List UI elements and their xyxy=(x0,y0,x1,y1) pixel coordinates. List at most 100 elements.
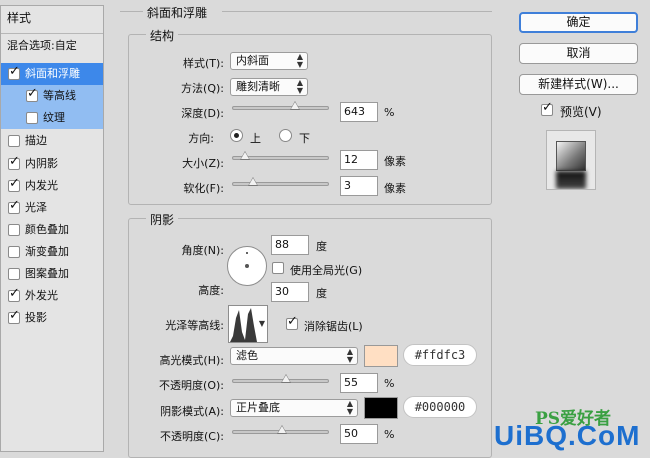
shadow-mode-select[interactable]: 正片叠底 ▲ ▼ xyxy=(230,399,358,417)
style-item[interactable]: ✓ 等高线 xyxy=(1,85,103,107)
technique-select-value: 雕刻清晰 xyxy=(236,80,280,93)
style-item-label: 光泽 xyxy=(25,201,47,214)
style-item[interactable]: ✓ 斜面和浮雕 xyxy=(1,63,103,85)
highlight-opacity-label: 不透明度(O): xyxy=(159,379,224,392)
depth-unit: % xyxy=(384,106,395,119)
depth-slider[interactable] xyxy=(232,101,329,110)
highlight-mode-select[interactable]: 滤色 ▲ ▼ xyxy=(230,347,358,365)
ok-button[interactable]: 确定 xyxy=(519,12,638,33)
styles-header: 样式 xyxy=(1,7,103,29)
angle-unit: 度 xyxy=(316,240,327,253)
style-item[interactable]: 纹理 xyxy=(1,107,103,129)
divider xyxy=(1,33,103,34)
style-item-checkbox[interactable] xyxy=(8,135,20,147)
chevron-down-icon: ▼ xyxy=(258,319,265,328)
shadow-opacity-input[interactable]: 50 xyxy=(340,424,378,444)
checkmark-icon: ✓ xyxy=(27,86,38,101)
style-item[interactable]: ✓ 投影 xyxy=(1,307,103,329)
size-slider-handle[interactable] xyxy=(239,151,250,160)
soften-label: 软化(F): xyxy=(183,182,224,195)
style-item-label: 图案叠加 xyxy=(25,267,69,280)
preview-label: 预览(V) xyxy=(560,105,602,119)
style-item[interactable]: ✓ 光泽 xyxy=(1,197,103,219)
style-item-checkbox[interactable]: ✓ xyxy=(26,86,38,102)
checkmark-icon: ✓ xyxy=(9,154,20,169)
shadow-mode-value: 正片叠底 xyxy=(236,401,280,414)
angle-input[interactable]: 88 xyxy=(271,235,309,255)
shadow-mode-label: 阴影模式(A): xyxy=(160,405,224,418)
chevron-updown-icon: ▲ ▼ xyxy=(296,52,303,69)
style-select[interactable]: 内斜面 ▲ ▼ xyxy=(230,52,308,70)
style-item-label: 纹理 xyxy=(43,111,65,124)
angle-dial[interactable] xyxy=(227,246,267,286)
technique-select[interactable]: 雕刻清晰 ▲ ▼ xyxy=(230,78,308,96)
blend-options-label: 混合选项:自定 xyxy=(7,39,77,52)
style-item[interactable]: ✓ 内发光 xyxy=(1,175,103,197)
anti-aliased-checkbox[interactable]: ✓ xyxy=(286,315,298,330)
shadow-opacity-slider-handle[interactable] xyxy=(276,425,287,434)
shading-title: 阴影 xyxy=(146,211,179,228)
style-item-checkbox[interactable]: ✓ xyxy=(8,309,20,324)
style-item-label: 渐变叠加 xyxy=(25,245,69,258)
blend-options-item[interactable]: 混合选项:自定 xyxy=(1,35,103,57)
checkmark-icon: ✓ xyxy=(9,176,20,191)
highlight-color-swatch[interactable] xyxy=(364,345,398,367)
highlight-opacity-input[interactable]: 55 xyxy=(340,373,378,393)
style-item-checkbox[interactable]: ✓ xyxy=(8,65,20,80)
preview-thumbnail xyxy=(546,130,596,190)
shadow-opacity-slider[interactable] xyxy=(232,425,329,434)
style-item-checkbox[interactable]: ✓ xyxy=(8,176,20,192)
direction-up-radio[interactable] xyxy=(230,129,243,142)
shadow-color-swatch[interactable] xyxy=(364,397,398,419)
depth-slider-handle[interactable] xyxy=(290,101,301,110)
depth-input[interactable]: 643 xyxy=(340,102,378,122)
altitude-input[interactable]: 30 xyxy=(271,282,309,302)
styles-header-label: 样式 xyxy=(7,11,32,25)
style-item-label: 投影 xyxy=(25,311,47,324)
style-item[interactable]: 渐变叠加 xyxy=(1,241,103,263)
watermark-en: UiBQ.CoM xyxy=(494,420,641,451)
soften-input[interactable]: 3 xyxy=(340,176,378,196)
style-item-checkbox[interactable] xyxy=(8,246,20,258)
style-item-label: 内发光 xyxy=(25,179,58,192)
soften-slider-handle[interactable] xyxy=(248,177,259,186)
size-input[interactable]: 12 xyxy=(340,150,378,170)
altitude-label: 高度: xyxy=(198,284,224,297)
global-light-checkbox[interactable] xyxy=(272,262,284,274)
section-title: 斜面和浮雕 xyxy=(143,4,212,21)
style-item[interactable]: 图案叠加 xyxy=(1,263,103,285)
gloss-contour-picker[interactable]: ▼ xyxy=(228,305,268,343)
direction-down-radio[interactable] xyxy=(279,129,292,142)
cancel-button[interactable]: 取消 xyxy=(519,43,638,64)
style-item[interactable]: 颜色叠加 xyxy=(1,219,103,241)
new-style-button[interactable]: 新建样式(W)... xyxy=(519,74,638,95)
shadow-opacity-label: 不透明度(C): xyxy=(160,430,224,443)
style-item[interactable]: ✓ 内阴影 xyxy=(1,153,103,175)
direction-down-label: 下 xyxy=(299,132,310,145)
structure-title: 结构 xyxy=(146,27,179,44)
style-item-label: 等高线 xyxy=(43,89,76,102)
size-slider[interactable] xyxy=(232,151,329,160)
style-item-label: 内阴影 xyxy=(25,157,58,170)
chevron-updown-icon: ▲ ▼ xyxy=(346,347,353,364)
direction-label: 方向: xyxy=(188,132,214,145)
highlight-opacity-slider-handle[interactable] xyxy=(280,374,291,383)
soften-slider[interactable] xyxy=(232,177,329,186)
style-item[interactable]: ✓ 外发光 xyxy=(1,285,103,307)
style-item-checkbox[interactable] xyxy=(8,224,20,236)
checkmark-icon: ✓ xyxy=(9,198,20,213)
preview-checkbox[interactable]: ✓ xyxy=(541,101,553,116)
chevron-updown-icon: ▲ ▼ xyxy=(346,399,353,416)
highlight-mode-label: 高光模式(H): xyxy=(159,354,224,367)
angle-dial-pointer xyxy=(246,252,248,254)
style-item-label: 描边 xyxy=(25,134,47,147)
highlight-opacity-slider[interactable] xyxy=(232,374,329,383)
style-item-checkbox[interactable]: ✓ xyxy=(8,198,20,214)
style-item-checkbox[interactable]: ✓ xyxy=(8,154,20,170)
size-unit: 像素 xyxy=(384,155,406,168)
styles-panel: 样式 混合选项:自定 ✓ 斜面和浮雕 ✓ 等高线 纹理 描边 ✓ 内阴影 ✓ 内发光 ✓ 光泽 颜色叠加… xyxy=(0,5,104,452)
style-item-checkbox[interactable] xyxy=(26,112,38,124)
style-item[interactable]: 描边 xyxy=(1,130,103,152)
style-item-checkbox[interactable]: ✓ xyxy=(8,287,20,302)
style-item-checkbox[interactable] xyxy=(8,268,20,280)
